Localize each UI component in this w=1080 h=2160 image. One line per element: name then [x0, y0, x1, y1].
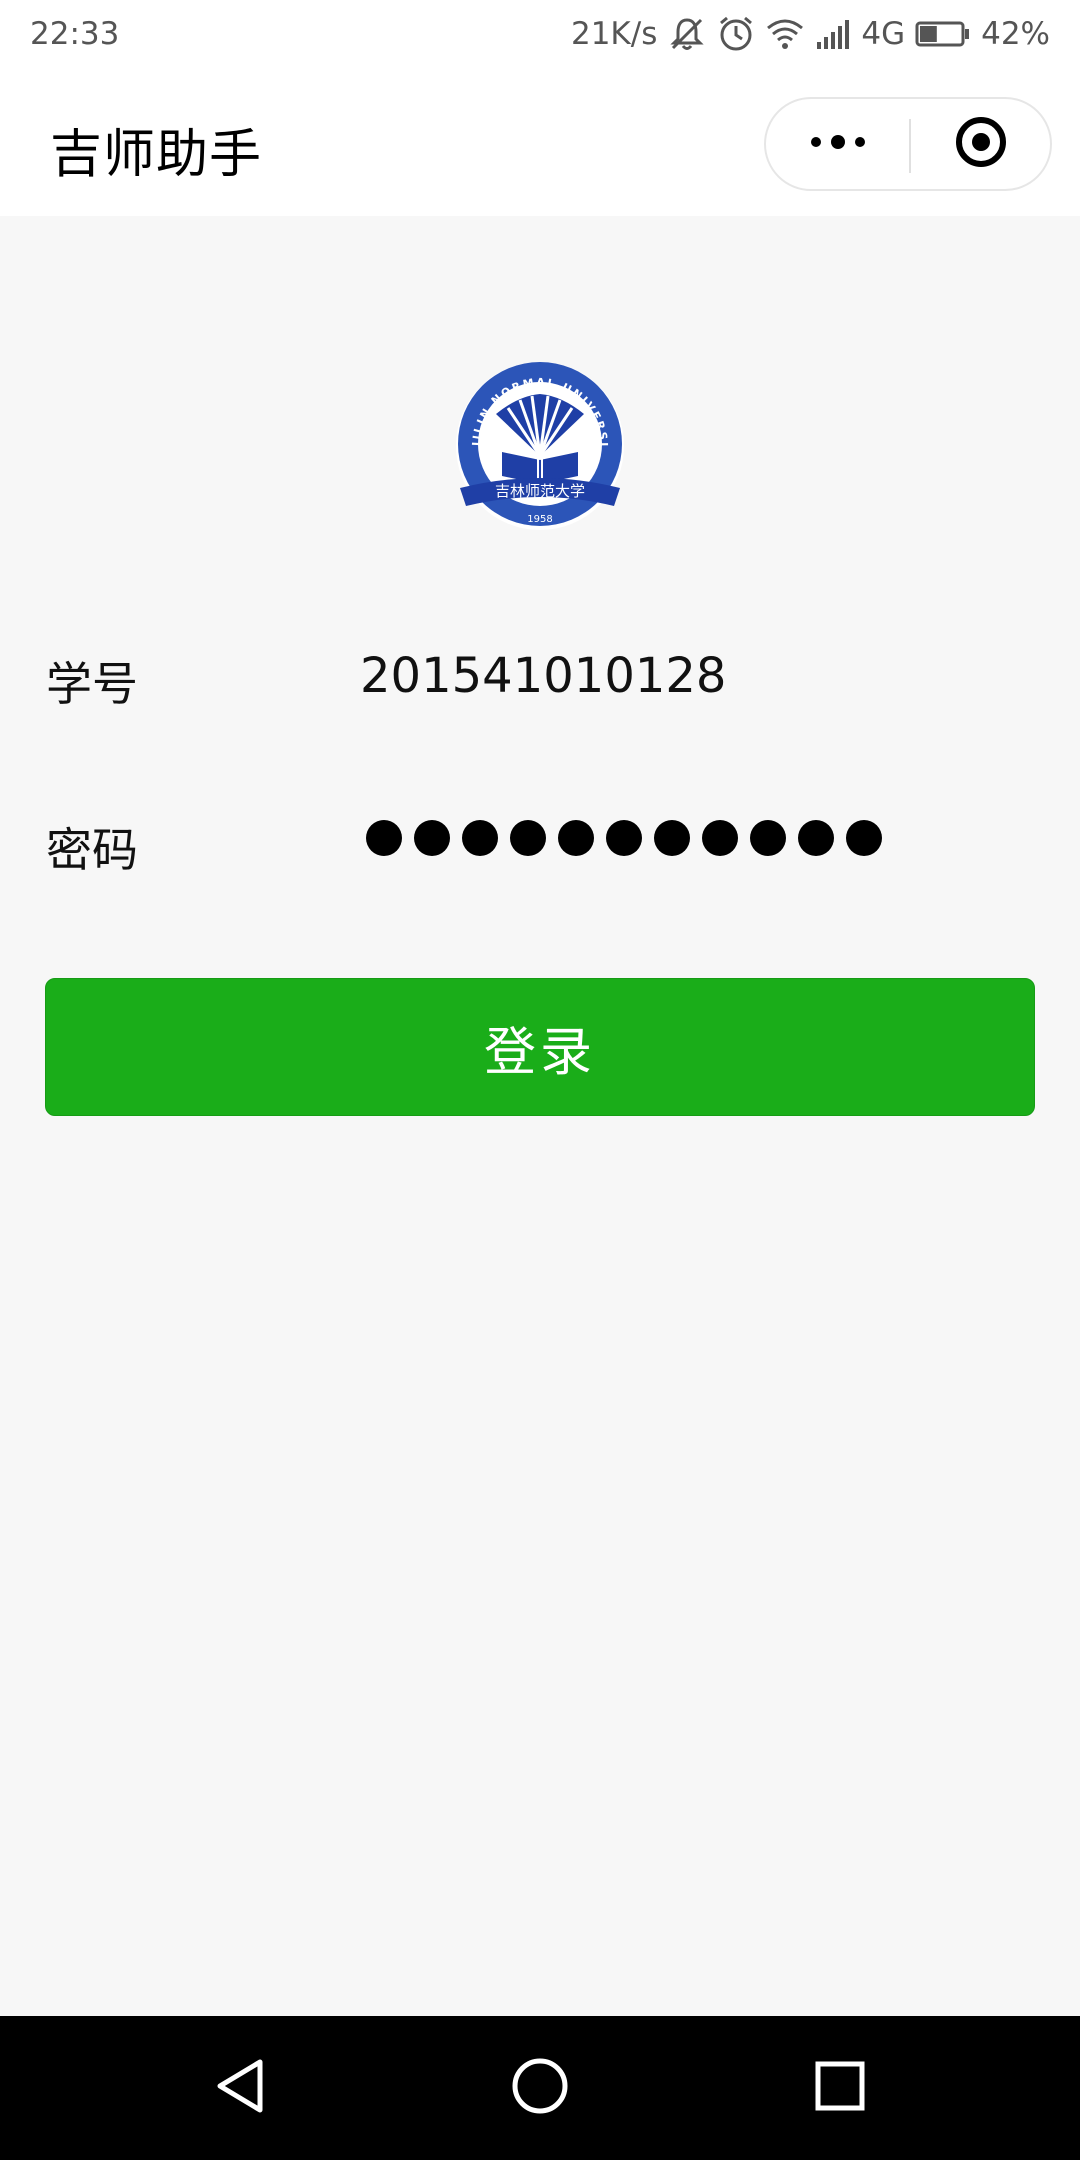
recent-apps-button[interactable]: [810, 2058, 870, 2118]
mute-icon: [667, 14, 707, 54]
close-button[interactable]: [911, 99, 1050, 189]
password-dot: [606, 820, 642, 856]
password-label: 密码: [46, 823, 138, 877]
status-icons: 21K/s 4G 42%: [571, 14, 1050, 54]
status-time: 22:33: [30, 16, 120, 52]
student-id-input[interactable]: [356, 640, 1044, 712]
password-input[interactable]: [366, 818, 882, 858]
system-nav-bar: [0, 2016, 1080, 2160]
recent-square-icon: [814, 2060, 866, 2116]
password-dot: [750, 820, 786, 856]
password-dot: [702, 820, 738, 856]
wifi-icon: [765, 16, 805, 52]
signal-icon: [815, 18, 851, 50]
student-id-label: 学号: [46, 657, 138, 711]
university-logo: JILIN NORMAL UNIVERSITY 吉林师范大学 1958: [446, 346, 628, 546]
password-dot: [462, 820, 498, 856]
alarm-icon: [717, 15, 755, 53]
more-dots-icon: [808, 134, 868, 154]
screen: 22:33 21K/s 4G 42% 吉师助手 JILIN NORMAL UNI…: [0, 0, 1080, 2160]
back-triangle-icon: [212, 2056, 268, 2120]
status-bar: 22:33 21K/s 4G 42%: [0, 0, 1080, 72]
logo-banner-text: 吉林师范大学: [495, 482, 585, 500]
nav-bar: 吉师助手: [0, 72, 1080, 216]
password-dot: [366, 820, 402, 856]
battery-icon: [915, 20, 971, 48]
logo-year: 1958: [527, 514, 552, 525]
password-dot: [654, 820, 690, 856]
login-button[interactable]: 登录: [45, 978, 1035, 1116]
more-button[interactable]: [766, 99, 909, 189]
home-circle-icon: [510, 2056, 570, 2120]
page-title: 吉师助手: [50, 125, 263, 185]
password-dot: [798, 820, 834, 856]
back-button[interactable]: [210, 2058, 270, 2118]
password-dot: [510, 820, 546, 856]
battery-percent: 42%: [981, 16, 1050, 52]
capsule-menu: [764, 97, 1052, 191]
password-dot: [846, 820, 882, 856]
network-speed: 21K/s: [570, 16, 658, 52]
password-dot: [558, 820, 594, 856]
password-dot: [414, 820, 450, 856]
network-type: 4G: [861, 16, 906, 52]
target-close-icon: [953, 114, 1009, 174]
home-button[interactable]: [510, 2058, 570, 2118]
